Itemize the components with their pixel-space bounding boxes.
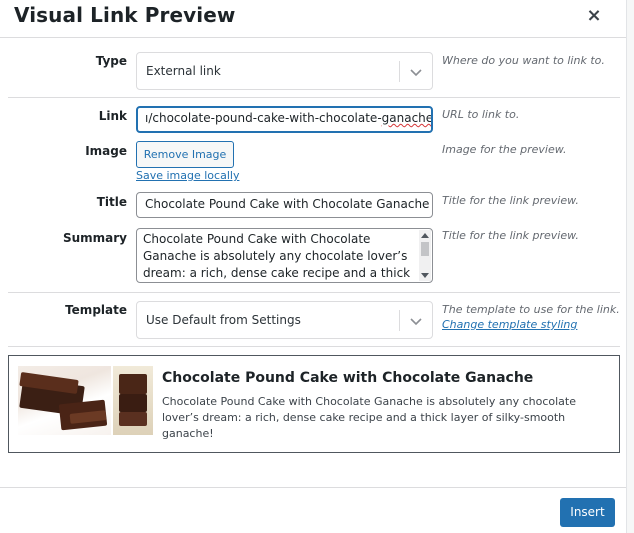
select-separator bbox=[399, 61, 400, 82]
summary-textarea[interactable]: Chocolate Pound Cake with Chocolate Gana… bbox=[136, 228, 433, 283]
type-select[interactable]: External link bbox=[136, 52, 433, 90]
summary-label: Summary bbox=[62, 231, 127, 245]
link-preview-card[interactable]: Chocolate Pound Cake with Chocolate Gana… bbox=[8, 355, 620, 453]
type-label: Type bbox=[95, 54, 127, 68]
title-description: Title for the link preview. bbox=[442, 194, 579, 207]
change-template-styling-link[interactable]: Change template styling bbox=[442, 318, 577, 331]
scroll-down-icon[interactable] bbox=[421, 273, 429, 278]
template-description: The template to use for the link. bbox=[442, 303, 620, 316]
chevron-down-icon[interactable] bbox=[409, 65, 423, 79]
preview-image-cake-stack bbox=[113, 366, 153, 435]
preview-image-cake-slices bbox=[18, 366, 111, 435]
textarea-scrollbar[interactable] bbox=[419, 230, 431, 281]
dialog-footer: Insert bbox=[0, 487, 626, 533]
preview-summary: Chocolate Pound Cake with Chocolate Gana… bbox=[162, 395, 576, 440]
visual-link-preview-dialog: Visual Link Preview × Type External link… bbox=[0, 0, 626, 533]
title-label: Title bbox=[96, 195, 127, 209]
image-description: Image for the preview. bbox=[442, 143, 567, 156]
dialog-title: Visual Link Preview bbox=[14, 3, 236, 27]
scroll-thumb[interactable] bbox=[421, 242, 429, 256]
link-label: Link bbox=[98, 109, 127, 123]
dialog-header: Visual Link Preview × bbox=[0, 0, 626, 38]
divider bbox=[8, 346, 620, 347]
template-select-value: Use Default from Settings bbox=[146, 313, 301, 327]
type-description: Where do you want to link to. bbox=[442, 54, 605, 67]
divider bbox=[8, 97, 620, 98]
image-label: Image bbox=[85, 144, 127, 158]
link-input-text: ı/chocolate-pound-cake-with-chocolate-ga… bbox=[145, 111, 433, 125]
save-image-locally-link[interactable]: Save image locally bbox=[136, 169, 239, 182]
page-scrollbar[interactable] bbox=[626, 0, 634, 533]
scroll-up-icon[interactable] bbox=[421, 233, 429, 238]
summary-description: Title for the link preview. bbox=[442, 229, 579, 242]
template-label: Template bbox=[65, 303, 127, 317]
link-description: URL to link to. bbox=[442, 108, 520, 121]
close-icon[interactable]: × bbox=[584, 5, 604, 27]
select-separator bbox=[399, 310, 400, 331]
preview-title: Chocolate Pound Cake with Chocolate Gana… bbox=[162, 370, 534, 386]
link-input[interactable]: ı/chocolate-pound-cake-with-chocolate-ga… bbox=[136, 106, 433, 133]
divider bbox=[8, 292, 620, 293]
insert-button[interactable]: Insert bbox=[560, 498, 615, 527]
remove-image-button[interactable]: Remove Image bbox=[136, 141, 234, 168]
title-input[interactable]: Chocolate Pound Cake with Chocolate Gana… bbox=[136, 192, 433, 218]
chevron-down-icon[interactable] bbox=[409, 314, 423, 328]
type-select-value: External link bbox=[146, 64, 221, 78]
summary-text: Chocolate Pound Cake with Chocolate Gana… bbox=[143, 232, 411, 280]
template-description-link-wrapper: Change template styling bbox=[442, 318, 577, 331]
template-select[interactable]: Use Default from Settings bbox=[136, 301, 433, 339]
